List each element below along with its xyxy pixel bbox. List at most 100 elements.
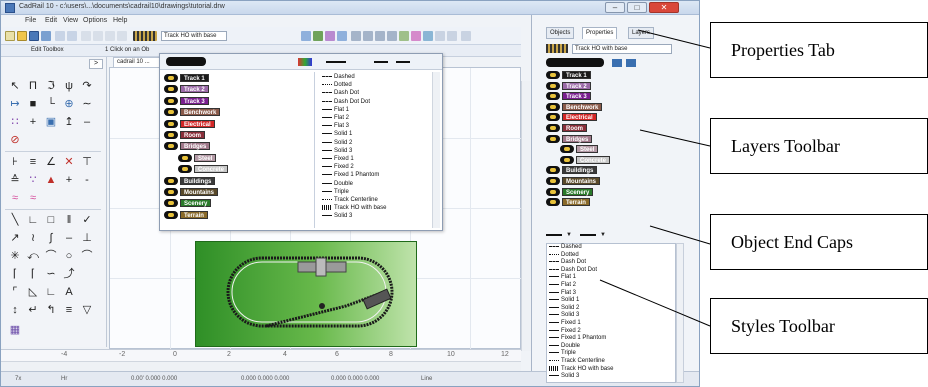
layer-row[interactable]: Mountains [164, 188, 218, 197]
hand-tool-icon[interactable]: ↷ [79, 79, 95, 95]
color-icon[interactable] [298, 58, 312, 66]
layer-row[interactable]: Electrical [546, 113, 597, 122]
zoom-window-icon[interactable] [105, 31, 115, 41]
layer-visibility-icon[interactable] [164, 85, 178, 94]
drawing-tab[interactable]: cadrail 10 ... [113, 57, 161, 67]
style-item[interactable]: Dashed [322, 74, 355, 81]
bend-tool-icon[interactable]: ↰ [43, 303, 59, 319]
style-item[interactable]: Dotted [322, 82, 352, 89]
eye-tool-icon[interactable] [166, 57, 206, 66]
layer-row[interactable]: Track 3 [546, 92, 591, 101]
layer-visibility-icon[interactable] [546, 113, 560, 122]
fillet-tool-icon[interactable]: ⌜ [7, 285, 23, 301]
offset-tool-icon[interactable]: ≙ [7, 173, 23, 189]
angle-tool-icon[interactable]: ∠ [43, 155, 59, 171]
layer-visibility-icon[interactable] [178, 165, 192, 174]
open-folder-icon[interactable] [17, 31, 27, 41]
layer-visibility-icon[interactable] [546, 102, 560, 111]
style-item[interactable]: Fixed 1 Phantom [322, 172, 379, 179]
box-tool-icon[interactable]: ■ [25, 97, 41, 113]
layer-row[interactable]: Track 1 [546, 71, 591, 80]
layer-row[interactable]: Track 3 [164, 96, 209, 106]
dash-tool-icon[interactable]: – [79, 115, 95, 131]
end-cap-left-icon[interactable] [374, 61, 388, 63]
measure-icon[interactable] [351, 31, 361, 41]
rotate-icon[interactable] [387, 31, 397, 41]
curve-icon[interactable] [399, 31, 409, 41]
layer-row[interactable]: Steel [560, 145, 599, 154]
layer-visibility-icon[interactable] [164, 176, 178, 185]
style-item[interactable]: Fixed 1 Phantom [549, 335, 606, 342]
arc2-tool-icon[interactable]: ⌒ [43, 249, 59, 265]
sweep-tool-icon[interactable]: ⤴ [61, 267, 77, 283]
grid-tool-icon[interactable]: ∷ [7, 115, 23, 131]
style-item[interactable]: Fixed 1 [322, 156, 354, 163]
tee-tool-icon[interactable]: ⊤ [79, 155, 95, 171]
style-item[interactable]: Solid 3 [322, 148, 352, 155]
layer-row[interactable]: Room [546, 124, 587, 133]
style-item[interactable]: Track Centerline [322, 197, 378, 204]
select-tool-icon[interactable] [337, 31, 347, 41]
print-icon[interactable] [41, 31, 51, 41]
layer-row[interactable]: Concrete [178, 165, 229, 174]
layer-grid-icon[interactable] [612, 59, 622, 67]
layer-visibility-icon[interactable] [164, 188, 178, 196]
style-item[interactable]: Flat 1 [549, 274, 576, 281]
plus-tool-icon[interactable]: + [61, 173, 77, 189]
horizontal-scrollbar[interactable] [1, 361, 521, 371]
parallel-tool-icon[interactable]: ⊦ [7, 155, 23, 171]
style-item[interactable]: Solid 2 [549, 305, 579, 312]
layout-board[interactable] [195, 241, 417, 347]
style-item[interactable]: Dashed [549, 244, 582, 251]
chamfer-tool-icon[interactable]: ◺ [25, 285, 41, 301]
extend-icon[interactable] [435, 31, 445, 41]
polyline-tool-icon[interactable]: ∟ [25, 213, 41, 229]
spring-tool-icon[interactable]: ∫ [43, 231, 59, 247]
layer-row[interactable]: Concrete [560, 155, 611, 165]
x-tool-icon[interactable]: ✕ [61, 155, 77, 171]
style-item[interactable]: Triple [549, 350, 576, 357]
layer-row[interactable]: Buildings [546, 166, 598, 175]
layer-tool-icon[interactable] [325, 31, 335, 41]
arrow-line-icon[interactable]: ↗ [7, 231, 23, 247]
layer-select[interactable]: Track HO with base [161, 31, 227, 41]
layer-row[interactable]: Mountains [546, 177, 600, 186]
track-style-icon[interactable] [546, 44, 568, 53]
menu-view[interactable]: View [63, 17, 78, 24]
layer-visibility-icon[interactable] [560, 155, 574, 164]
popup-scrollbar[interactable] [432, 72, 440, 228]
zoom-fit-icon[interactable] [117, 31, 127, 41]
layer-row[interactable]: Bridges [546, 134, 593, 144]
layer-row[interactable]: Steel [178, 153, 217, 163]
layer-row[interactable]: Scenery [164, 199, 212, 208]
layer-visibility-icon[interactable] [164, 74, 178, 82]
dash-line-tool-icon[interactable]: – [61, 231, 77, 247]
layer-row[interactable]: Room [164, 131, 205, 140]
style-item[interactable]: Flat 1 [322, 107, 349, 114]
dimension-icon[interactable] [363, 31, 373, 41]
image-tool-icon[interactable]: ▦ [7, 323, 23, 339]
no-entry-icon[interactable]: ⊘ [7, 133, 23, 149]
track-style-icon[interactable] [133, 31, 157, 41]
style-item[interactable]: Triple [322, 189, 349, 196]
style-item[interactable]: Fixed 2 [322, 164, 354, 171]
layer-visibility-icon[interactable] [164, 142, 178, 151]
text-a-icon[interactable]: A [61, 285, 77, 301]
layer-visibility-icon[interactable] [178, 153, 192, 162]
layer-visibility-icon[interactable] [164, 96, 178, 105]
end-cap-right-icon[interactable] [396, 61, 410, 63]
save-icon[interactable] [29, 31, 39, 41]
vertical-scrollbar[interactable] [521, 81, 531, 351]
menu-file[interactable]: File [25, 17, 36, 24]
arc-tool-icon[interactable]: ⤺ [25, 249, 41, 265]
zoom-out-icon[interactable] [93, 31, 103, 41]
style-item[interactable]: Solid 1 [549, 297, 579, 304]
style-item[interactable]: Fixed 2 [549, 328, 581, 335]
line-tool-icon[interactable]: ╲ [7, 213, 23, 229]
slash-tool-icon[interactable]: ✳ [7, 249, 23, 265]
style-item[interactable]: Double [549, 343, 580, 350]
style-item[interactable]: Dash Dot Dot [549, 267, 597, 274]
redo-icon[interactable] [67, 31, 77, 41]
layer-row[interactable]: Electrical [164, 119, 215, 129]
layer-visibility-icon[interactable] [546, 81, 560, 90]
